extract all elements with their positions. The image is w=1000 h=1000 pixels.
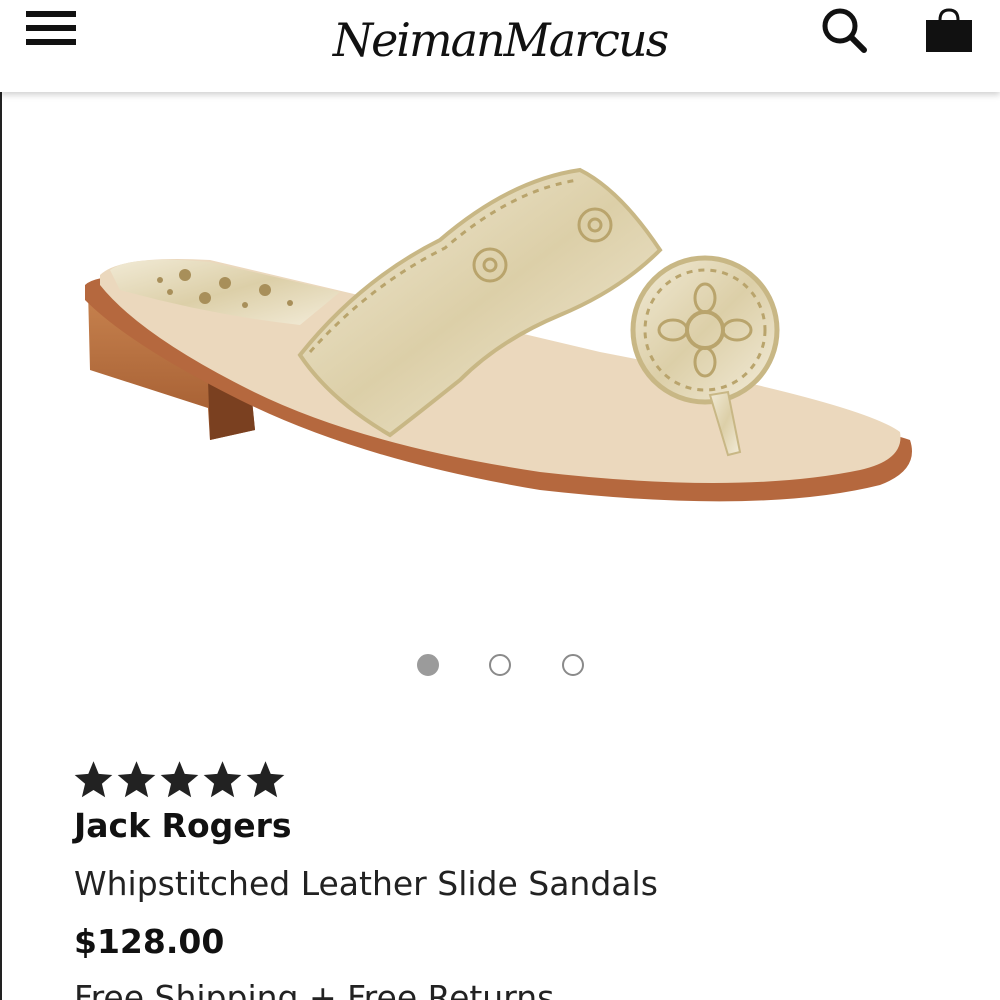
hamburger-menu-icon[interactable]	[26, 8, 78, 48]
product-page: NeimanMarcus Jack Rogers Whipstitched Le…	[0, 0, 1000, 1000]
carousel-dot-2[interactable]	[489, 654, 511, 676]
shopping-bag-icon[interactable]	[922, 6, 976, 54]
star-icon	[246, 761, 285, 798]
site-logo[interactable]: NeimanMarcus	[333, 0, 669, 80]
star-icon	[160, 761, 199, 798]
left-edge-divider	[0, 0, 2, 1000]
star-icon	[117, 761, 156, 798]
product-price: $128.00	[74, 922, 225, 961]
product-brand[interactable]: Jack Rogers	[74, 806, 292, 845]
shipping-info: Free Shipping + Free Returns	[74, 978, 555, 1000]
star-icon	[203, 761, 242, 798]
product-name: Whipstitched Leather Slide Sandals	[74, 864, 658, 903]
logo-text: NeimanMarcus	[332, 13, 669, 67]
search-icon[interactable]	[820, 6, 868, 54]
carousel-dot-1[interactable]	[417, 654, 439, 676]
carousel-dot-3[interactable]	[562, 654, 584, 676]
top-header: NeimanMarcus	[0, 0, 1000, 92]
rating-stars[interactable]	[72, 758, 287, 802]
product-image[interactable]	[60, 140, 940, 560]
image-carousel-dots	[0, 654, 1000, 680]
star-icon	[74, 761, 113, 798]
